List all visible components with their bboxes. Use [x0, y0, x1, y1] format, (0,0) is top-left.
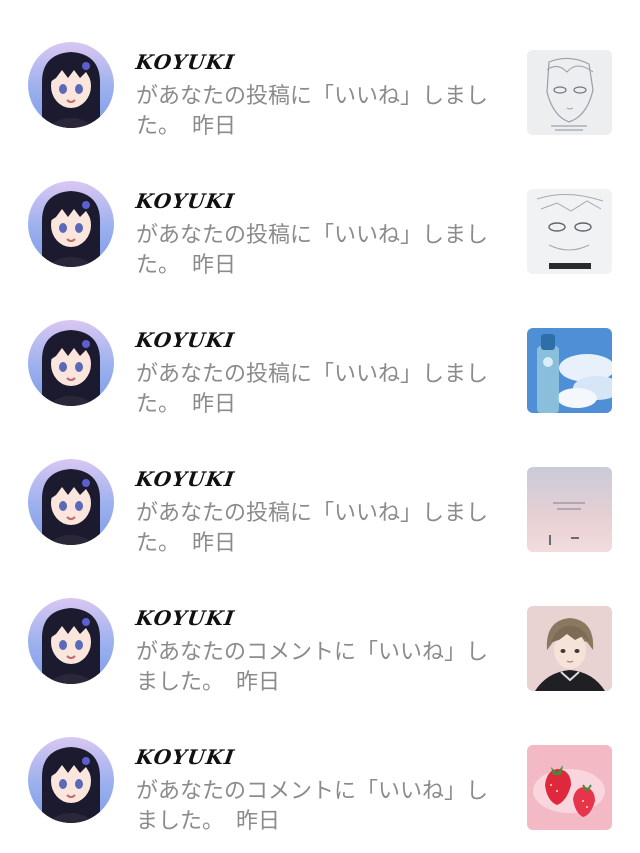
- timestamp: 昨日: [192, 392, 237, 417]
- timestamp: 昨日: [236, 809, 281, 834]
- ramune-sky-thumbnail[interactable]: [527, 328, 612, 413]
- sketch-eyes-thumbnail[interactable]: [527, 189, 612, 274]
- notification-item[interactable]: KOYUKI があなたの投稿に「いいね」しました。 昨日: [0, 417, 640, 556]
- notification-message: があなたの投稿に「いいね」しました。 昨日: [136, 360, 508, 420]
- username[interactable]: KOYUKI: [134, 50, 236, 74]
- notification-message: があなたのコメントに「いいね」しました。 昨日: [136, 638, 508, 698]
- notification-item[interactable]: KOYUKI があなたのコメントに「いいね」しました。 昨日: [0, 556, 640, 695]
- notification-message: があなたの投稿に「いいね」しました。 昨日: [136, 82, 508, 142]
- strawberry-thumbnail[interactable]: [527, 745, 612, 830]
- message-text: があなたの投稿に「いいね」しました。: [136, 223, 489, 278]
- message-text: があなたのコメントに「いいね」しました。: [136, 640, 489, 695]
- pink-sky-thumbnail[interactable]: [527, 467, 612, 552]
- avatar[interactable]: [28, 737, 114, 823]
- notification-message: があなたの投稿に「いいね」しました。 昨日: [136, 499, 508, 559]
- message-text: があなたの投稿に「いいね」しました。: [136, 362, 489, 417]
- message-text: があなたの投稿に「いいね」しました。: [136, 84, 489, 139]
- avatar[interactable]: [28, 320, 114, 406]
- notification-message: があなたのコメントに「いいね」しました。 昨日: [136, 777, 508, 837]
- message-text: があなたのコメントに「いいね」しました。: [136, 779, 489, 834]
- username[interactable]: KOYUKI: [134, 606, 236, 630]
- notification-message: があなたの投稿に「いいね」しました。 昨日: [136, 221, 508, 281]
- timestamp: 昨日: [236, 670, 281, 695]
- notification-item[interactable]: KOYUKI があなたの投稿に「いいね」しました。 昨日: [0, 0, 640, 139]
- username[interactable]: KOYUKI: [134, 467, 236, 491]
- notification-item[interactable]: KOYUKI があなたの投稿に「いいね」しました。 昨日: [0, 139, 640, 278]
- timestamp: 昨日: [192, 253, 237, 278]
- avatar[interactable]: [28, 459, 114, 545]
- username[interactable]: KOYUKI: [134, 745, 236, 769]
- avatar[interactable]: [28, 598, 114, 684]
- character-portrait-thumbnail[interactable]: [527, 606, 612, 691]
- avatar[interactable]: [28, 42, 114, 128]
- timestamp: 昨日: [192, 531, 237, 556]
- username[interactable]: KOYUKI: [134, 189, 236, 213]
- notification-item[interactable]: KOYUKI があなたのコメントに「いいね」しました。 昨日: [0, 695, 640, 834]
- avatar[interactable]: [28, 181, 114, 267]
- timestamp: 昨日: [192, 114, 237, 139]
- notification-item[interactable]: KOYUKI があなたの投稿に「いいね」しました。 昨日: [0, 278, 640, 417]
- username[interactable]: KOYUKI: [134, 328, 236, 352]
- sketch-face-thumbnail[interactable]: [527, 50, 612, 135]
- notification-list: KOYUKI があなたの投稿に「いいね」しました。 昨日 KOYUKI があなた…: [0, 0, 640, 853]
- message-text: があなたの投稿に「いいね」しました。: [136, 501, 489, 556]
